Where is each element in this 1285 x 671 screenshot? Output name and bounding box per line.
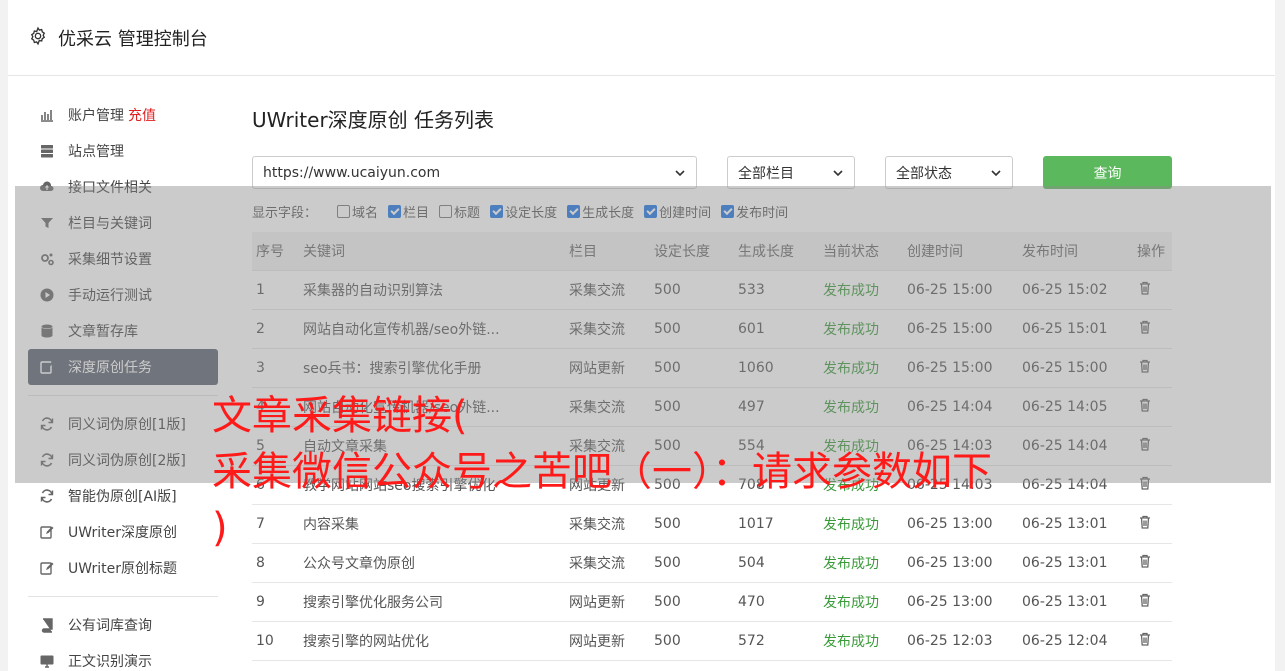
watermark-text: 文章采集链接( 采集微信公众号之苦吧（一）：请求参数如下 )	[212, 388, 1112, 556]
sidebar-item-label: UWriter深度原创	[68, 525, 177, 541]
action-cell	[1133, 553, 1172, 573]
sidebar-item-12[interactable]: UWriter原创标题	[28, 550, 218, 586]
refresh-icon	[38, 487, 56, 505]
table-cell: 470	[738, 594, 765, 610]
table-cell: 06-25 13:01	[1022, 555, 1108, 571]
watermark-line-3: )	[212, 505, 228, 551]
status-select-value: 全部状态	[896, 165, 952, 182]
table-cell: 网站更新	[569, 634, 625, 650]
table-cell: 发布成功	[823, 595, 879, 611]
trash-icon[interactable]	[1137, 631, 1153, 647]
chevron-down-icon	[833, 169, 843, 176]
table-cell: 搜索引擎的网站优化	[303, 634, 429, 650]
bar-chart-icon	[38, 106, 56, 124]
table-cell: 500	[654, 594, 681, 610]
trash-icon[interactable]	[1137, 592, 1153, 608]
edit-icon	[38, 559, 56, 577]
table-cell: 06-25 13:00	[907, 555, 993, 571]
watermark-line-2: 采集微信公众号之苦吧（一）：请求参数如下	[212, 449, 992, 495]
column-select-value: 全部栏目	[738, 165, 794, 182]
gear-icon	[30, 26, 46, 46]
action-cell	[1133, 514, 1172, 534]
page-title: UWriter深度原创 任务列表	[252, 108, 495, 132]
table-cell: 500	[654, 555, 681, 571]
sidebar-item-label: 智能伪原创[AI版]	[68, 489, 177, 505]
trash-icon[interactable]	[1137, 514, 1153, 530]
top-bar: 优采云 管理控制台	[8, 0, 1275, 76]
filter-bar: https://www.ucaiyun.com 全部栏目 全部状态 查询	[252, 156, 1172, 190]
site-select-value: https://www.ucaiyun.com	[263, 164, 441, 181]
sidebar-item-label: 站点管理	[68, 144, 124, 160]
table-cell: 06-25 13:01	[1022, 594, 1108, 610]
table-cell: 8	[256, 555, 265, 571]
table-cell: 发布成功	[823, 556, 879, 572]
table-cell: 9	[256, 594, 265, 610]
table-cell: 发布成功	[823, 634, 879, 650]
watermark-line-1: 文章采集链接(	[212, 393, 468, 439]
table-cell: 采集交流	[569, 556, 625, 572]
sidebar-item-14[interactable]: 正文识别演示	[28, 643, 218, 671]
sidebar-item-label: 正文识别演示	[68, 654, 152, 670]
recharge-link[interactable]: 充值	[128, 105, 156, 125]
sidebar-item-label: 账户管理	[68, 108, 124, 124]
table-cell: 10	[256, 633, 274, 649]
chevron-down-icon	[991, 169, 1001, 176]
sidebar-item-label: UWriter原创标题	[68, 561, 177, 577]
query-button[interactable]: 查询	[1043, 156, 1172, 189]
table-row: 10 搜索引擎的网站优化 网站更新 500 572 发布成功 06-25 12:03 06-2…	[252, 622, 1172, 661]
monitor-icon	[38, 652, 56, 670]
main-content: UWriter深度原创 任务列表 https://www.ucaiyun.com…	[252, 104, 1172, 661]
table-cell: 网站更新	[569, 595, 625, 611]
sidebar-item-11[interactable]: UWriter深度原创	[28, 514, 218, 550]
column-select[interactable]: 全部栏目	[727, 156, 855, 189]
action-cell	[1133, 592, 1172, 612]
table-cell: 06-25 12:03	[907, 633, 993, 649]
sidebar-item-13[interactable]: 公有词库查询	[28, 607, 218, 643]
chevron-down-icon	[675, 169, 685, 176]
table-row: 9 搜索引擎优化服务公司 网站更新 500 470 发布成功 06-25 13:00 06-2…	[252, 583, 1172, 622]
table-cell: 06-25 12:04	[1022, 633, 1108, 649]
table-cell: 公众号文章伪原创	[303, 556, 415, 572]
sidebar-item-1[interactable]: 站点管理	[28, 133, 218, 169]
book-icon	[38, 616, 56, 634]
sidebar-divider	[28, 596, 218, 597]
console-title: 优采云 管理控制台	[58, 29, 208, 50]
sidebar-item-0[interactable]: 账户管理 充值	[28, 97, 218, 133]
table-cell: 06-25 13:00	[907, 594, 993, 610]
edit-icon	[38, 523, 56, 541]
status-select[interactable]: 全部状态	[885, 156, 1013, 189]
sidebar-item-10[interactable]: 智能伪原创[AI版]	[28, 478, 218, 514]
table-cell: 572	[738, 633, 765, 649]
site-select[interactable]: https://www.ucaiyun.com	[252, 156, 697, 189]
table-cell: 搜索引擎优化服务公司	[303, 595, 443, 611]
sidebar-item-label: 公有词库查询	[68, 618, 152, 634]
table-cell: 504	[738, 555, 765, 571]
trash-icon[interactable]	[1137, 553, 1153, 569]
table-cell: 500	[654, 633, 681, 649]
action-cell	[1133, 631, 1172, 651]
server-icon	[38, 142, 56, 160]
